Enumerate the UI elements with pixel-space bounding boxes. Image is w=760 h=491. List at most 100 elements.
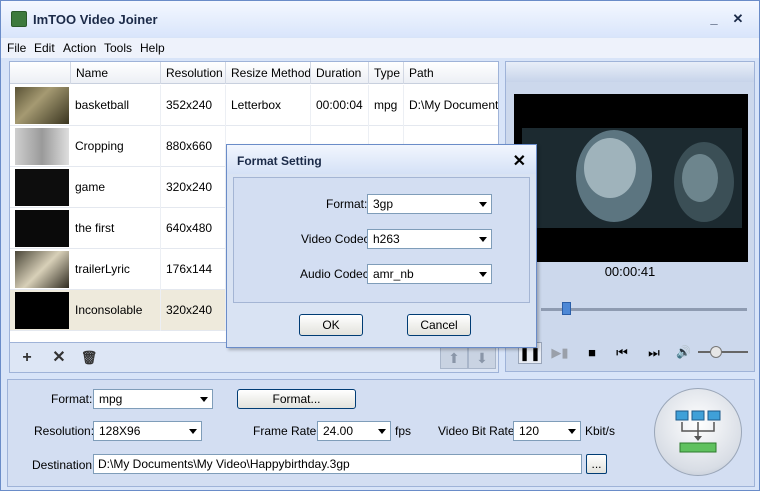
format-settings-button[interactable]: Format... bbox=[237, 389, 356, 409]
cell-name: game bbox=[75, 180, 106, 194]
chevron-down-icon bbox=[479, 237, 487, 242]
menu-help[interactable]: Help bbox=[140, 41, 165, 55]
cell-resolution: 320x240 bbox=[160, 290, 225, 331]
seek-bar[interactable] bbox=[541, 308, 747, 311]
menu-file[interactable]: File bbox=[7, 41, 26, 55]
framerate-select-value: 24.00 bbox=[323, 424, 354, 438]
join-button[interactable] bbox=[654, 388, 742, 476]
cell-name: Inconsolable bbox=[75, 303, 143, 317]
chevron-down-icon bbox=[189, 429, 197, 434]
main-window: ImTOO Video Joiner _ ✕ File Edit Action … bbox=[0, 0, 760, 491]
app-icon bbox=[11, 11, 27, 27]
remove-icon[interactable]: ✕ bbox=[46, 347, 72, 369]
header-resolution[interactable]: Resolution bbox=[160, 62, 225, 84]
table-row[interactable]: basketball 352x240 Letterbox 00:00:04 mp… bbox=[10, 85, 498, 126]
video-codec-value: h263 bbox=[373, 232, 400, 246]
join-icon bbox=[675, 410, 721, 453]
cell-resolution: 640x480 bbox=[160, 208, 225, 249]
video-codec-select[interactable]: h263 bbox=[367, 229, 492, 249]
resolution-select-value: 128X96 bbox=[99, 424, 141, 438]
dialog-close-icon[interactable]: ✕ bbox=[513, 151, 526, 171]
audio-codec-value: amr_nb bbox=[373, 267, 414, 281]
framerate-label: Frame Rate: bbox=[253, 424, 320, 438]
menu-tools[interactable]: Tools bbox=[104, 41, 132, 55]
previous-icon[interactable]: ⏮ bbox=[610, 342, 634, 364]
audio-codec-label: Audio Codec: bbox=[300, 267, 373, 281]
format-label: Format: bbox=[51, 392, 93, 406]
trash-icon[interactable]: 🗑 bbox=[76, 347, 102, 369]
seek-thumb[interactable] bbox=[561, 302, 571, 315]
ok-button[interactable]: OK bbox=[299, 314, 363, 336]
minimize-button[interactable]: _ bbox=[705, 11, 723, 27]
menu-edit[interactable]: Edit bbox=[34, 41, 55, 55]
browse-button[interactable]: ... bbox=[586, 454, 607, 474]
move-up-icon[interactable]: ⬆ bbox=[440, 347, 468, 369]
dialog-format-label: Format: bbox=[326, 197, 368, 211]
header-resize-method[interactable]: Resize Method bbox=[225, 62, 310, 84]
cell-name: the first bbox=[75, 221, 115, 235]
dialog-format-select[interactable]: 3gp bbox=[367, 194, 492, 214]
format-select[interactable]: mpg bbox=[93, 389, 213, 409]
header-thumbnail bbox=[10, 62, 70, 84]
bitrate-unit: Kbit/s bbox=[585, 424, 616, 438]
menu-bar: File Edit Action Tools Help bbox=[1, 38, 759, 58]
header-type[interactable]: Type bbox=[368, 62, 403, 84]
video-thumbnail bbox=[15, 251, 69, 288]
video-thumbnail bbox=[15, 210, 69, 247]
cell-duration: 00:00:04 bbox=[310, 85, 368, 126]
dialog-footer: OK Cancel bbox=[227, 303, 536, 347]
cell-name: trailerLyric bbox=[75, 262, 130, 276]
volume-icon[interactable]: 🔊 bbox=[676, 345, 691, 359]
video-thumbnail bbox=[15, 87, 69, 124]
cancel-button[interactable]: Cancel bbox=[407, 314, 471, 336]
dialog-title: Format Setting bbox=[237, 154, 322, 168]
header-name[interactable]: Name bbox=[70, 62, 160, 84]
volume-slider[interactable] bbox=[698, 351, 748, 353]
resolution-label: Resolution: bbox=[34, 424, 95, 438]
stop-icon[interactable]: ■ bbox=[580, 342, 604, 364]
add-icon[interactable]: + bbox=[14, 347, 40, 369]
bitrate-label: Video Bit Rate: bbox=[438, 424, 518, 438]
step-frame-icon[interactable]: ▶▮ bbox=[548, 342, 572, 364]
video-thumbnail bbox=[15, 128, 69, 165]
dialog-title-bar: Format Setting ✕ bbox=[227, 145, 536, 174]
chevron-down-icon bbox=[479, 272, 487, 277]
chevron-down-icon bbox=[378, 429, 386, 434]
cell-resize-method[interactable]: Letterbox bbox=[225, 85, 310, 126]
output-settings-panel: Format: mpg Format... Resolution: 128X96… bbox=[7, 379, 755, 487]
preview-pane: 00:00:41 ❚❚ ▶▮ ■ ⏮ ⏭ 🔊 bbox=[505, 61, 755, 372]
video-thumbnail bbox=[15, 169, 69, 206]
menu-action[interactable]: Action bbox=[63, 41, 96, 55]
video-codec-label: Video Codec: bbox=[301, 232, 373, 246]
format-setting-dialog: Format Setting ✕ Format: 3gp Video Codec… bbox=[226, 144, 537, 348]
cell-resolution: 880x660 bbox=[160, 126, 225, 167]
resolution-select[interactable]: 128X96 bbox=[93, 421, 202, 441]
framerate-select[interactable]: 24.00 bbox=[317, 421, 391, 441]
chevron-down-icon bbox=[479, 202, 487, 207]
cell-resolution: 176x144 bbox=[160, 249, 225, 290]
window-title: ImTOO Video Joiner bbox=[33, 12, 158, 27]
header-duration[interactable]: Duration bbox=[310, 62, 368, 84]
next-icon[interactable]: ⏭ bbox=[642, 342, 666, 364]
cell-resolution: 320x240 bbox=[160, 167, 225, 208]
cell-type: mpg bbox=[368, 85, 403, 126]
cell-resolution: 352x240 bbox=[160, 85, 225, 126]
cell-name: Cropping bbox=[75, 139, 124, 153]
video-thumbnail bbox=[15, 292, 69, 329]
preview-header bbox=[506, 62, 754, 82]
file-list-header: Name Resolution Resize Method Duration T… bbox=[10, 62, 498, 84]
volume-knob[interactable] bbox=[709, 346, 722, 358]
destination-field[interactable]: D:\My Documents\My Video\Happybirthday.3… bbox=[93, 454, 582, 474]
close-button[interactable]: ✕ bbox=[729, 11, 747, 27]
video-preview bbox=[514, 94, 748, 262]
dialog-body: Format: 3gp Video Codec: h263 Audio Code… bbox=[233, 177, 530, 303]
title-bar: ImTOO Video Joiner _ ✕ bbox=[1, 1, 759, 37]
cell-name: basketball bbox=[75, 98, 130, 112]
audio-codec-select[interactable]: amr_nb bbox=[367, 264, 492, 284]
destination-label: Destination: bbox=[32, 458, 96, 472]
header-path[interactable]: Path bbox=[403, 62, 498, 84]
bitrate-select[interactable]: 120 bbox=[513, 421, 581, 441]
format-select-value: mpg bbox=[99, 392, 123, 406]
bitrate-select-value: 120 bbox=[519, 424, 540, 438]
move-down-icon[interactable]: ⬇ bbox=[468, 347, 496, 369]
